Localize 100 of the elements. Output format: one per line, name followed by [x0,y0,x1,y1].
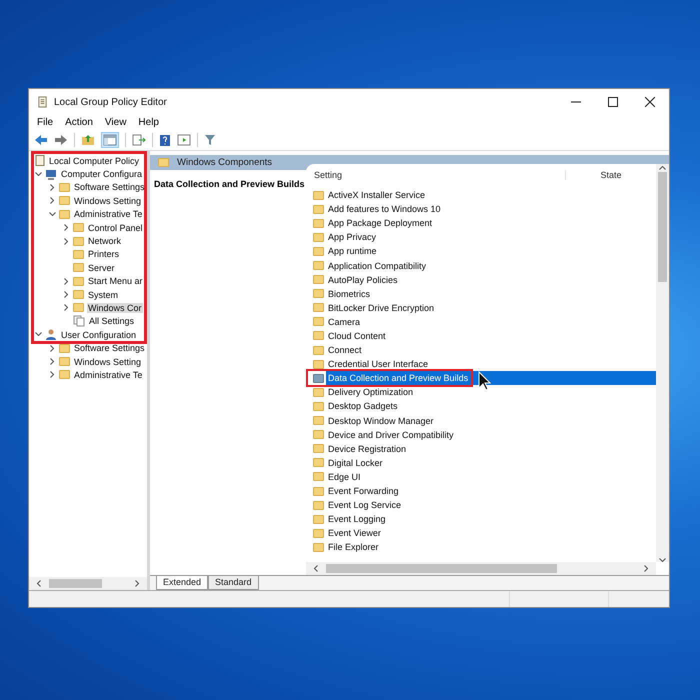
scroll-thumb[interactable] [326,564,557,573]
menu-item[interactable]: View [104,117,126,128]
settings-row[interactable]: Event Viewer [306,526,656,540]
settings-row[interactable]: Add features to Windows 10 [306,202,656,216]
folder-icon [313,458,324,468]
chevron-right-icon[interactable] [63,224,70,232]
tree-item[interactable]: Software Settings [73,343,146,354]
tree-item[interactable]: Start Menu ar [87,276,144,286]
tree-item[interactable]: Windows Setting [73,356,142,367]
forward-arrow-icon[interactable] [54,134,68,146]
folder-icon [313,360,324,369]
horizontal-scrollbar[interactable] [29,577,147,590]
tree-item[interactable]: All Settings [88,316,136,326]
back-arrow-icon[interactable] [34,134,48,146]
scroll-down-icon[interactable] [659,558,666,562]
chevron-right-icon[interactable] [63,291,70,298]
settings-row[interactable]: Desktop Gadgets [306,399,656,414]
settings-row[interactable]: Biometrics [306,286,656,301]
settings-row[interactable]: Desktop Window Manager [306,414,656,428]
settings-row[interactable]: Application Compatibility [306,258,656,273]
menu-item[interactable]: File [37,117,54,128]
settings-row[interactable]: ActiveX Installer Service [306,188,656,202]
header-title: Windows Components [177,157,272,168]
settings-row[interactable]: Delivery Optimization [306,385,656,400]
filter-icon[interactable] [204,134,216,146]
chevron-right-icon[interactable] [63,238,70,245]
chevron-right-icon[interactable] [49,344,56,352]
scroll-thumb[interactable] [658,172,667,282]
folder-icon [313,246,324,256]
folder-icon [313,261,324,270]
settings-row[interactable]: Device and Driver Compatibility [306,428,656,442]
folder-icon [313,346,324,355]
column-header[interactable]: Setting [306,170,566,180]
chevron-right-icon[interactable] [49,371,56,378]
settings-row[interactable]: Event Log Service [306,498,656,512]
menu-item[interactable]: Action [65,117,93,128]
folder-up-icon[interactable] [81,134,95,146]
folder-icon [73,263,84,272]
policy-document-icon [37,96,48,108]
folder-icon [73,303,84,312]
folder-icon [73,250,84,259]
tree-item[interactable]: System [87,290,120,300]
menu-item[interactable]: Help [138,117,159,128]
tree-item[interactable]: Control Panel [87,222,144,233]
properties-pane-icon[interactable] [177,134,191,146]
view-tab[interactable]: Standard [208,576,259,590]
panes-icon[interactable] [101,132,119,148]
close-icon[interactable] [645,97,655,107]
tree-item[interactable]: Windows Setting [73,196,142,206]
settings-row[interactable]: Event Forwarding [306,484,656,498]
help-icon[interactable] [159,134,171,146]
settings-row[interactable]: Credential User Interface [306,357,656,372]
chevron-right-icon[interactable] [49,184,56,191]
folder-icon [313,388,324,397]
folder-icon [73,276,84,286]
folder-icon [313,232,324,242]
scroll-thumb[interactable] [49,579,102,588]
folder-icon [158,158,169,167]
vertical-scrollbar[interactable] [656,164,669,562]
tree-item[interactable]: Server [87,262,116,273]
settings-row[interactable]: Edge UI [306,470,656,484]
horizontal-scrollbar[interactable] [306,562,656,575]
tree-item[interactable]: User Configuration [60,330,138,340]
tree-item[interactable]: Software Settings [73,182,146,192]
chevron-down-icon[interactable] [35,172,42,177]
settings-row[interactable]: App Privacy [306,230,656,244]
scroll-up-icon[interactable] [659,166,666,170]
chevron-right-icon[interactable] [49,197,56,204]
maximize-icon[interactable] [608,97,618,107]
chevron-down-icon[interactable] [49,212,56,217]
folder-icon [59,182,70,192]
computer-icon [45,168,57,180]
tree-item[interactable]: Administrative Te [73,370,144,380]
settings-row[interactable]: Camera [306,314,656,329]
tree-item[interactable]: Network [87,236,122,246]
chevron-right-icon[interactable] [63,278,70,285]
settings-row[interactable]: Device Registration [306,442,656,456]
settings-row[interactable]: BitLocker Drive Encryption [306,300,656,315]
folder-icon [59,370,70,380]
settings-row[interactable]: Event Logging [306,512,656,526]
settings-row[interactable]: Connect [306,343,656,358]
settings-row[interactable]: Digital Locker [306,456,656,470]
folder-icon [313,416,324,426]
column-header[interactable]: State [566,170,656,180]
tree-item[interactable]: Computer Configura [60,169,144,180]
chevron-right-icon[interactable] [63,304,70,312]
settings-row[interactable]: AutoPlay Policies [306,272,656,287]
chevron-right-icon[interactable] [49,358,56,366]
tree-item[interactable]: Administrative Te [73,209,144,220]
tree-item[interactable]: Windows Cor [87,302,143,313]
view-tab[interactable]: Extended [156,576,208,590]
policy-document-icon [35,155,45,166]
settings-row[interactable]: App Package Deployment [306,216,656,230]
export-list-icon[interactable] [132,134,146,146]
settings-row[interactable]: File Explorer [306,540,656,554]
chevron-down-icon[interactable] [35,332,42,338]
settings-row[interactable]: App runtime [306,244,656,258]
settings-row[interactable]: Cloud Content [306,328,656,344]
tree-item[interactable]: Local Computer Policy [48,156,140,166]
tree-item[interactable]: Printers [87,249,120,260]
